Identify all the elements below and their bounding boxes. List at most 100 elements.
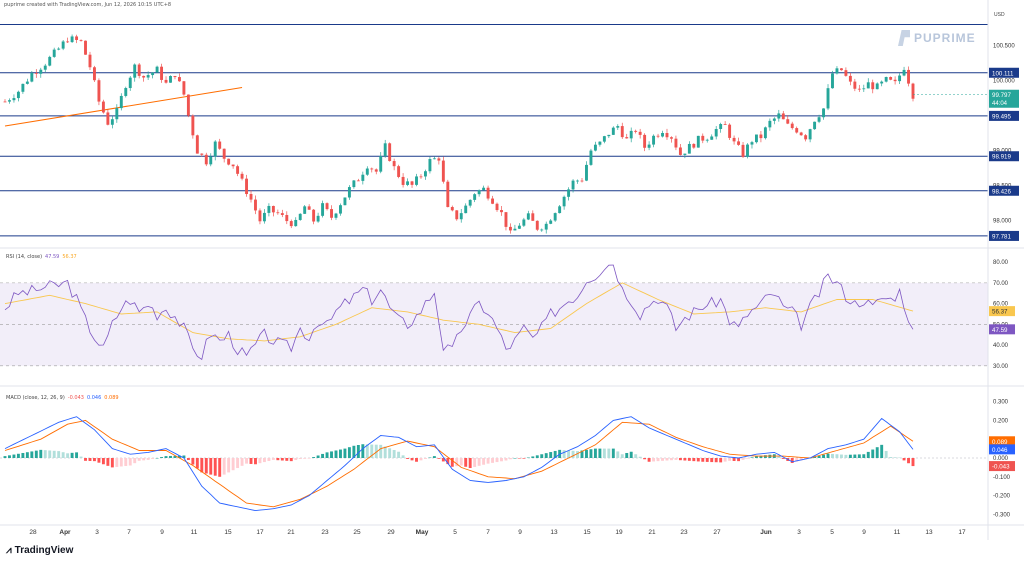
- candle-body[interactable]: [365, 168, 369, 175]
- candle-body[interactable]: [477, 190, 481, 195]
- candle-body[interactable]: [607, 134, 611, 137]
- candle-body[interactable]: [705, 139, 709, 141]
- candle-body[interactable]: [182, 81, 186, 95]
- candle-body[interactable]: [544, 223, 548, 230]
- candle-body[interactable]: [128, 77, 132, 89]
- candle-body[interactable]: [804, 135, 808, 140]
- candle-body[interactable]: [334, 213, 338, 218]
- candle-body[interactable]: [423, 171, 427, 177]
- candle-body[interactable]: [361, 174, 365, 181]
- candle-body[interactable]: [732, 137, 736, 142]
- candle-body[interactable]: [209, 156, 213, 165]
- candle-body[interactable]: [16, 91, 20, 99]
- candle-body[interactable]: [119, 95, 123, 109]
- candle-body[interactable]: [124, 88, 128, 96]
- candle-body[interactable]: [656, 135, 660, 137]
- candle-body[interactable]: [106, 112, 110, 125]
- candle-body[interactable]: [652, 135, 656, 145]
- candle-body[interactable]: [701, 135, 705, 141]
- candle-body[interactable]: [383, 143, 387, 157]
- candle-body[interactable]: [3, 101, 7, 103]
- candle-body[interactable]: [25, 81, 29, 84]
- candle-body[interactable]: [491, 198, 495, 204]
- candle-body[interactable]: [853, 81, 857, 89]
- candle-body[interactable]: [240, 173, 244, 179]
- candle-body[interactable]: [719, 124, 723, 130]
- candle-body[interactable]: [772, 118, 776, 121]
- candle-body[interactable]: [30, 73, 34, 82]
- rsi-pane[interactable]: [0, 264, 988, 367]
- time-axis[interactable]: 28 Apr 3 7 9 11 15 17 21 23 25 29 May 5 7 9 13 15 19 21 23 27…: [29, 529, 966, 536]
- candle-body[interactable]: [531, 213, 535, 221]
- candle-body[interactable]: [500, 210, 503, 213]
- candle-body[interactable]: [343, 197, 347, 206]
- candle-body[interactable]: [473, 194, 477, 200]
- candle-body[interactable]: [848, 75, 852, 82]
- candle-body[interactable]: [486, 187, 490, 199]
- candle-body[interactable]: [262, 212, 266, 222]
- candle-body[interactable]: [598, 141, 602, 145]
- candle-body[interactable]: [593, 144, 597, 151]
- candle-body[interactable]: [415, 176, 418, 185]
- candle-body[interactable]: [831, 73, 834, 89]
- candle-body[interactable]: [875, 83, 879, 90]
- candle-body[interactable]: [893, 79, 897, 82]
- candle-body[interactable]: [562, 196, 566, 207]
- candle-body[interactable]: [866, 82, 870, 89]
- candle-body[interactable]: [670, 137, 673, 139]
- candle-body[interactable]: [589, 150, 593, 165]
- candle-body[interactable]: [271, 205, 275, 213]
- candle-body[interactable]: [558, 206, 562, 214]
- candle-body[interactable]: [763, 127, 767, 139]
- candle-body[interactable]: [911, 83, 915, 99]
- candle-body[interactable]: [634, 130, 638, 132]
- candle-body[interactable]: [728, 124, 732, 138]
- candle-body[interactable]: [674, 138, 678, 148]
- candle-body[interactable]: [61, 41, 65, 49]
- candle-body[interactable]: [839, 68, 843, 71]
- candle-body[interactable]: [374, 169, 378, 172]
- candle-body[interactable]: [155, 66, 159, 73]
- candle-body[interactable]: [66, 41, 70, 43]
- candle-body[interactable]: [450, 207, 454, 211]
- candle-body[interactable]: [526, 213, 530, 220]
- candle-body[interactable]: [696, 135, 700, 148]
- candle-body[interactable]: [388, 143, 392, 162]
- candle-body[interactable]: [151, 72, 155, 76]
- candle-body[interactable]: [12, 98, 16, 101]
- candle-body[interactable]: [186, 94, 190, 116]
- candle-body[interactable]: [468, 199, 472, 206]
- candle-body[interactable]: [236, 166, 240, 174]
- candle-body[interactable]: [455, 210, 459, 220]
- candle-body[interactable]: [254, 199, 257, 211]
- candle-body[interactable]: [164, 79, 168, 83]
- candle-body[interactable]: [871, 82, 875, 90]
- candle-body[interactable]: [907, 69, 910, 84]
- candle-body[interactable]: [218, 141, 222, 149]
- candle-body[interactable]: [298, 213, 302, 220]
- candle-body[interactable]: [339, 205, 342, 214]
- candle-body[interactable]: [714, 129, 718, 137]
- candle-body[interactable]: [406, 181, 410, 185]
- candle-body[interactable]: [133, 64, 137, 78]
- candle-body[interactable]: [101, 101, 105, 113]
- candle-body[interactable]: [750, 142, 754, 145]
- candle-body[interactable]: [432, 158, 436, 160]
- candle-body[interactable]: [723, 124, 727, 125]
- candle-body[interactable]: [535, 220, 539, 230]
- candle-body[interactable]: [428, 159, 432, 172]
- candle-body[interactable]: [844, 70, 848, 76]
- candle-body[interactable]: [110, 119, 114, 125]
- candle-body[interactable]: [441, 160, 445, 182]
- candle-body[interactable]: [862, 88, 866, 90]
- candle-body[interactable]: [370, 168, 374, 170]
- candle-body[interactable]: [616, 126, 620, 128]
- candle-body[interactable]: [665, 132, 669, 138]
- macd-signal-line[interactable]: [4, 419, 914, 508]
- candle-body[interactable]: [464, 205, 468, 214]
- candle-body[interactable]: [446, 181, 450, 208]
- candle-body[interactable]: [799, 132, 803, 136]
- candle-body[interactable]: [822, 108, 825, 118]
- candle-body[interactable]: [678, 147, 682, 155]
- candle-body[interactable]: [294, 219, 298, 227]
